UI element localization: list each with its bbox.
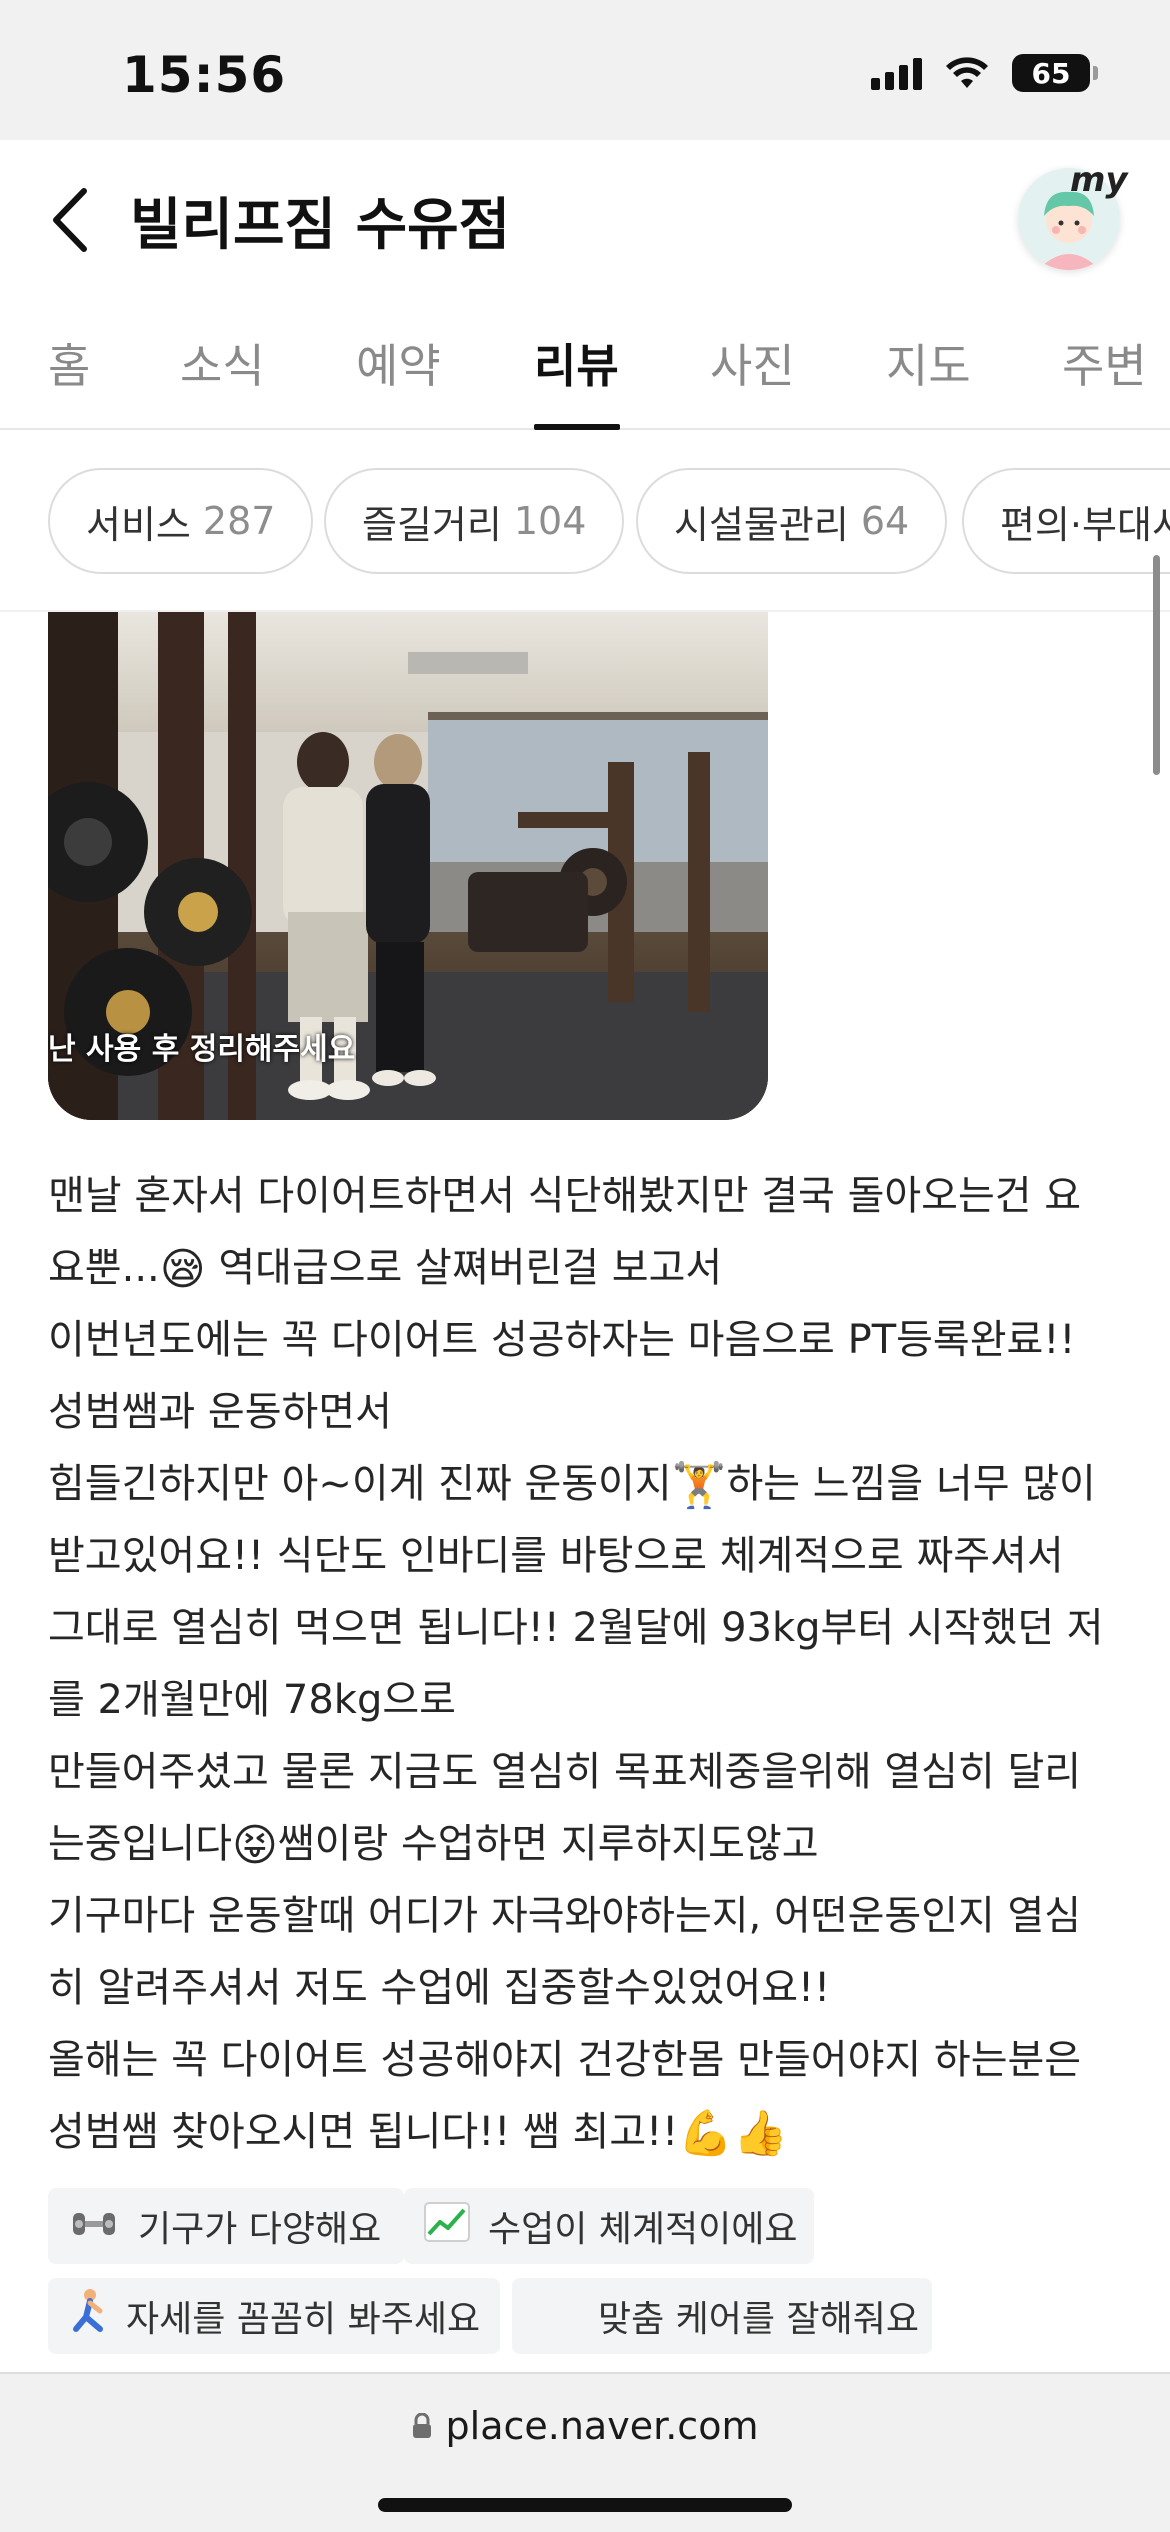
tongue-out-emoji-icon: 😝 [232,1820,278,1871]
keyword-tag: 맞춤 케어를 잘해줘요 [512,2278,932,2354]
review-text-segment: 요뿐... [48,1245,160,1291]
review-text-segment: 하는 느낌을 너무 많이 [726,1461,1096,1507]
url-text: place.naver.com [445,2404,759,2448]
review-line: 를 2개월만에 78kg으로 [48,1677,456,1723]
stretching-person-icon [68,2288,108,2344]
review-text-segment: 역대급으로 살쪄버린걸 보고서 [205,1245,723,1291]
review-line: 요뿐...😪 역대급으로 살쪄버린걸 보고서 [48,1232,1128,1304]
tab-reviews[interactable]: 리뷰 [534,330,619,396]
active-tab-indicator [534,424,620,430]
wifi-icon [946,57,988,88]
tab-nearby[interactable]: 주변 [1062,330,1147,396]
review-line: 받고있어요!! 식단도 인바디를 바탕으로 체계적으로 짜주셔서 [48,1533,1064,1579]
chip-count: 104 [513,499,587,543]
review-text-segment: 성범쌤 찾아오시면 됩니다!! 쌤 최고!! [48,2109,679,2155]
review-line: 맨날 혼자서 다이어트하면서 식단해봤지만 결국 돌아오는건 요 [48,1173,1082,1219]
tab-news[interactable]: 소식 [180,330,265,396]
chip-label: 시설물관리 [674,502,849,547]
chip-entertainment[interactable]: 즐길거리 104 [324,468,625,574]
review-line: 기구마다 운동할때 어디가 자극와야하는지, 어떤운동인지 열심 [48,1893,1082,1939]
weightlifter-emoji-icon: 🏋 [671,1460,727,1511]
keyword-label: 수업이 체계적이에요 [488,2209,798,2250]
battery-level: 65 [1031,56,1071,90]
flexed-biceps-emoji-icon: 💪 [678,2108,733,2159]
review-line: 올해는 꼭 다이어트 성공해야지 건강한몸 만들어야지 하는분은 [48,2037,1082,2083]
sleepy-face-emoji-icon: 😪 [159,1244,206,1295]
browser-bottom-bar: place.naver.com [0,2372,1170,2532]
chip-amenities[interactable]: 편의·부대시 [962,468,1170,574]
review-photo[interactable]: 난 사용 후 정리해주세요 [48,612,768,1120]
review-line: 그대로 열심히 먹으면 됩니다!! 2월달에 93kg부터 시작했던 저 [48,1605,1104,1651]
chip-label: 서비스 [86,502,191,547]
keyword-tag: 기구가 다양해요 [48,2188,404,2264]
chip-label: 즐길거리 [362,502,502,547]
photo-caption: 난 사용 후 정리해주세요 [48,1032,356,1067]
status-time: 15:56 [122,46,287,104]
dumbbell-icon [68,2204,120,2248]
tab-map[interactable]: 지도 [886,330,971,396]
review-line: 성범쌤 찾아오시면 됩니다!! 쌤 최고!!💪👍 [48,2096,1128,2168]
page-title: 빌리프짐 수유점 [130,193,511,258]
review-body: 맨날 혼자서 다이어트하면서 식단해봤지만 결국 돌아오는건 요 요뿐...😪 … [48,1160,1128,2168]
review-line: 히 알려주셔서 저도 수업에 집중할수있었어요!! [48,1965,831,2011]
review-line: 힘들긴하지만 아~이게 진짜 운동이지🏋하는 느낌을 너무 많이 [48,1448,1128,1520]
battery-icon: 65 [1012,54,1098,92]
tab-photos[interactable]: 사진 [710,330,795,396]
status-icons: 65 [871,54,1098,92]
keyword-label: 맞춤 케어를 잘해줘요 [598,2299,919,2340]
status-bar: 15:56 65 [0,0,1170,140]
chart-up-icon [424,2201,470,2251]
header: 빌리프짐 수유점 my [0,140,1170,290]
chip-service[interactable]: 서비스 287 [48,468,314,574]
home-indicator[interactable] [378,2498,792,2512]
keyword-tag: 수업이 체계적이에요 [404,2188,814,2264]
scrollbar[interactable] [1153,555,1160,775]
tab-bar: 홈 소식 예약 리뷰 사진 지도 주변 [0,290,1170,430]
review-text-segment: 는중입니다 [48,1821,232,1867]
address-bar[interactable]: place.naver.com [0,2404,1170,2448]
cellular-signal-icon [871,56,922,90]
keyword-tag: 자세를 꼼꼼히 봐주세요 [48,2278,500,2354]
review-text-segment: 힘들긴하지만 아~이게 진짜 운동이지 [48,1461,672,1507]
review-line: 만들어주셨고 물론 지금도 열심히 목표체중을위해 열심히 달리 [48,1749,1082,1795]
review-line: 성범쌤과 운동하면서 [48,1389,392,1435]
review-line: 는중입니다😝쌤이랑 수업하면 지루하지도않고 [48,1808,1128,1880]
tab-home[interactable]: 홈 [48,330,90,396]
my-label: my [1070,160,1128,200]
chevron-left-icon [53,188,87,252]
keyword-label: 기구가 다양해요 [138,2209,382,2250]
tab-booking[interactable]: 예약 [356,330,441,396]
back-button[interactable] [40,180,100,260]
chip-count: 64 [860,499,910,543]
chip-label: 편의·부대시 [1000,502,1170,547]
lock-icon [412,2413,431,2438]
chip-count: 287 [202,499,276,543]
review-line: 이번년도에는 꼭 다이어트 성공하자는 마음으로 PT등록완료!! [48,1317,1076,1363]
review-filter-chips: 서비스 287 즐길거리 104 시설물관리 64 편의·부대시 [0,432,1170,612]
review-text-segment: 쌤이랑 수업하면 지루하지도않고 [277,1821,819,1867]
keyword-label: 자세를 꼼꼼히 봐주세요 [126,2299,481,2340]
chip-facility-management[interactable]: 시설물관리 64 [636,468,948,574]
thumbs-up-emoji-icon: 👍 [733,2108,788,2159]
